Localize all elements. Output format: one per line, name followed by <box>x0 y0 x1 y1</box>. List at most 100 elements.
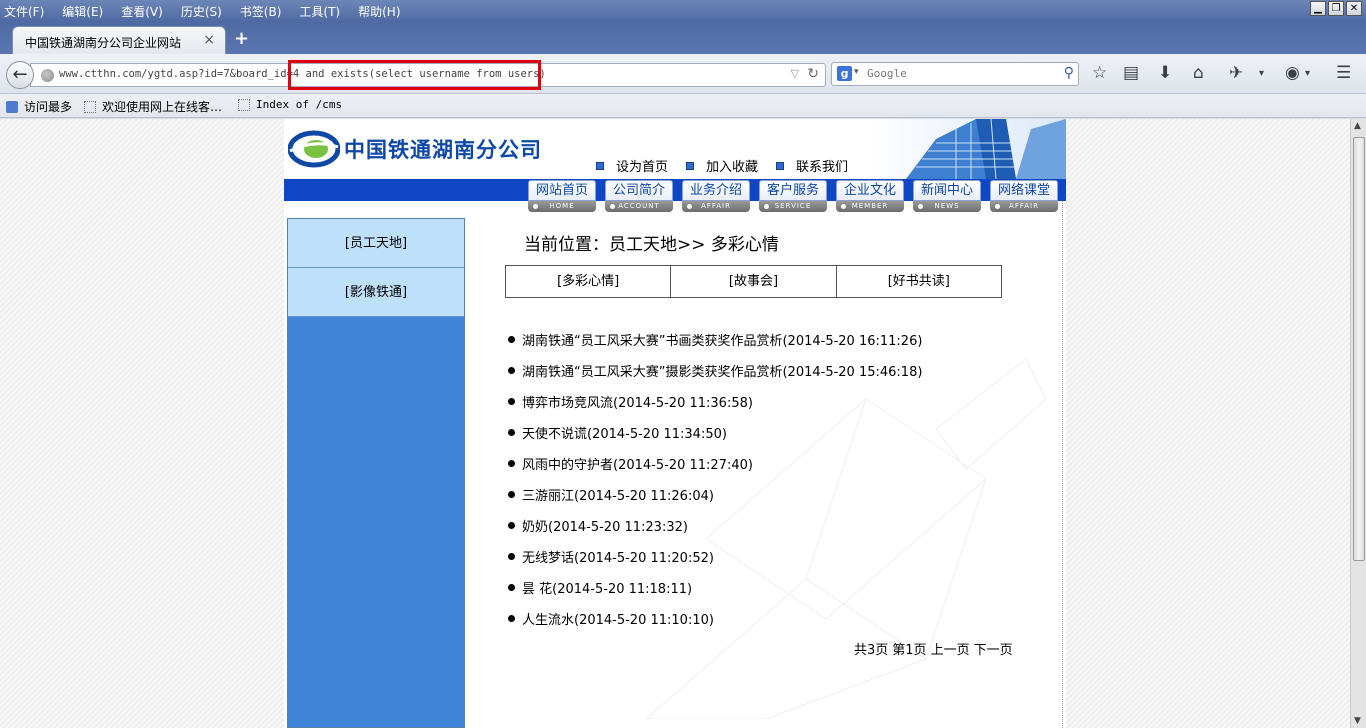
nav-customer-service[interactable]: 客户服务 SERVICE <box>759 180 829 216</box>
minimize-button[interactable]: ▁ <box>1310 1 1326 16</box>
tab-title: 中国铁通湖南分公司企业网站 <box>25 36 182 50</box>
article-link[interactable]: 无线梦话(2014-5-20 11:20:52) <box>522 547 714 566</box>
set-homepage-link[interactable]: 设为首页 <box>596 156 668 175</box>
hamburger-menu-icon[interactable]: ☰ <box>1336 63 1351 83</box>
menu-bookmarks[interactable]: 书签(B) <box>240 3 282 20</box>
tab-close-icon[interactable]: × <box>203 32 215 48</box>
search-bar[interactable]: g ▾ Google ⚲ <box>831 62 1079 86</box>
list-item[interactable]: 湖南铁通“员工风采大赛”摄影类获奖作品赏析(2014-5-20 15:46:18… <box>508 355 1048 386</box>
bullet-icon <box>508 429 515 436</box>
prev-page-link[interactable]: 上一页 <box>931 643 970 658</box>
tab-book-share[interactable]: [好书共读] <box>837 266 1001 297</box>
google-icon[interactable]: g <box>837 66 852 81</box>
tab-active[interactable]: 中国铁通湖南分公司企业网站 × <box>12 26 226 54</box>
tab-colorful-mood[interactable]: [多彩心情] <box>506 266 672 297</box>
sidebar-item-staff[interactable]: [员工天地] <box>288 219 464 268</box>
add-favorite-link[interactable]: 加入收藏 <box>686 156 758 175</box>
menu-file[interactable]: 文件(F) <box>4 3 44 20</box>
download-icon[interactable]: ⬇ <box>1158 63 1172 83</box>
scrollbar-thumb[interactable] <box>1353 137 1365 561</box>
nav-business[interactable]: 业务介绍 AFFAIR <box>682 180 752 216</box>
scroll-down-icon[interactable]: ▼ <box>1354 716 1361 726</box>
nav-news[interactable]: 新闻中心 NEWS <box>913 180 983 216</box>
bookmark-index-cms[interactable]: Index of /cms <box>238 98 342 111</box>
site-nav-buttons: 网站首页 HOME 公司简介 ACCOUNT 业务介绍 AFFAIR 客户服务 SERV… <box>528 180 1067 216</box>
nav-label: 新闻中心 <box>913 180 981 201</box>
close-window-button[interactable]: ✕ <box>1346 1 1362 16</box>
search-icon[interactable]: ⚲ <box>1064 65 1074 81</box>
article-link[interactable]: 奶奶(2014-5-20 11:23:32) <box>522 516 688 535</box>
list-item[interactable]: 湖南铁通“员工风采大赛”书画类获奖作品赏析(2014-5-20 16:11:26… <box>508 324 1048 355</box>
list-item[interactable]: 三游丽江(2014-5-20 11:26:04) <box>508 479 1048 510</box>
bullet-icon <box>508 491 515 498</box>
proxy-icon[interactable]: ◉ <box>1285 63 1300 83</box>
search-input[interactable]: Google <box>867 67 907 80</box>
nav-sub-label: NEWS <box>913 201 981 212</box>
nav-label: 企业文化 <box>836 180 904 201</box>
menu-view[interactable]: 查看(V) <box>121 3 163 20</box>
list-item[interactable]: 风雨中的守护者(2014-5-20 11:27:40) <box>508 448 1048 479</box>
list-item[interactable]: 博弈市场竞风流(2014-5-20 11:36:58) <box>508 386 1048 417</box>
menu-edit[interactable]: 编辑(E) <box>62 3 103 20</box>
bullet-icon <box>508 367 515 374</box>
back-button[interactable]: ← <box>6 61 34 89</box>
reload-icon[interactable]: ↻ <box>807 66 819 82</box>
bullet-icon <box>508 398 515 405</box>
nav-company-profile[interactable]: 公司简介 ACCOUNT <box>605 180 675 216</box>
sidebar-item-gallery[interactable]: [影像铁通] <box>288 268 464 317</box>
article-link[interactable]: 风雨中的守护者(2014-5-20 11:27:40) <box>522 454 753 473</box>
proxy-dropdown-icon[interactable]: ▾ <box>1305 68 1310 79</box>
nav-culture[interactable]: 企业文化 MEMBER <box>836 180 906 216</box>
menu-help[interactable]: 帮助(H) <box>358 3 400 20</box>
article-link[interactable]: 天使不说谎(2014-5-20 11:34:50) <box>522 423 727 442</box>
list-item[interactable]: 无线梦话(2014-5-20 11:20:52) <box>508 541 1048 572</box>
vertical-scrollbar[interactable]: ▲ ▼ <box>1350 119 1366 728</box>
list-item[interactable]: 奶奶(2014-5-20 11:23:32) <box>508 510 1048 541</box>
nav-home[interactable]: 网站首页 HOME <box>528 180 598 216</box>
nav-sub-label: AFFAIR <box>682 201 750 212</box>
home-icon[interactable]: ⌂ <box>1193 63 1204 83</box>
ctt-logo-icon <box>288 130 340 168</box>
contact-us-link[interactable]: 联系我们 <box>776 156 848 175</box>
reading-list-icon[interactable]: ▤ <box>1123 63 1139 83</box>
bullet-icon <box>508 553 515 560</box>
bullet-icon <box>508 522 515 529</box>
category-tabs: [多彩心情] [故事会] [好书共读] <box>505 265 1002 298</box>
article-link[interactable]: 湖南铁通“员工风采大赛”书画类获奖作品赏析(2014-5-20 16:11:26… <box>522 330 922 349</box>
bookmark-most-visited[interactable]: 访问最多 <box>6 98 72 115</box>
url-highlight-box <box>288 60 541 90</box>
article-link[interactable]: 人生流水(2014-5-20 11:10:10) <box>522 609 714 628</box>
site-logo-text: 中国铁通湖南分公司 <box>344 138 542 162</box>
article-link[interactable]: 博弈市场竞风流(2014-5-20 11:36:58) <box>522 392 753 411</box>
list-item[interactable]: 昙 花(2014-5-20 11:18:11) <box>508 572 1048 603</box>
new-tab-button[interactable]: + <box>234 28 249 49</box>
article-link[interactable]: 昙 花(2014-5-20 11:18:11) <box>522 578 692 597</box>
list-item[interactable]: 人生流水(2014-5-20 11:10:10) <box>508 603 1048 634</box>
bookmark-online-service[interactable]: 欢迎使用网上在线客… <box>84 98 222 115</box>
site-header: 中国铁通湖南分公司 设为首页 加入收藏 联系我们 <box>284 119 1066 179</box>
addon-dropdown-icon[interactable]: ▾ <box>1259 68 1264 79</box>
article-link[interactable]: 湖南铁通“员工风采大赛”摄影类获奖作品赏析(2014-5-20 15:46:18… <box>522 361 922 380</box>
scroll-up-icon[interactable]: ▲ <box>1354 121 1361 131</box>
pagination: 共3页 第1页 上一页 下一页 <box>850 639 1013 658</box>
tab-story[interactable]: [故事会] <box>671 266 837 297</box>
next-page-link[interactable]: 下一页 <box>974 643 1013 658</box>
star-icon[interactable]: ☆ <box>1092 63 1107 83</box>
nav-label: 客户服务 <box>759 180 827 201</box>
restore-button[interactable]: ❐ <box>1328 1 1344 16</box>
menu-tools[interactable]: 工具(T) <box>299 3 340 20</box>
addon-icon[interactable]: ✈ <box>1229 63 1243 83</box>
content-divider <box>1062 201 1063 728</box>
article-link[interactable]: 三游丽江(2014-5-20 11:26:04) <box>522 485 714 504</box>
list-item[interactable]: 天使不说谎(2014-5-20 11:34:50) <box>508 417 1048 448</box>
nav-sub-label: SERVICE <box>759 201 827 212</box>
menu-history[interactable]: 历史(S) <box>181 3 222 20</box>
search-engine-dropdown-icon[interactable]: ▾ <box>854 67 859 77</box>
nav-sub-label: ACCOUNT <box>605 201 673 212</box>
bullet-icon <box>508 615 515 622</box>
nav-label: 业务介绍 <box>682 180 750 201</box>
page-viewport: 中国铁通湖南分公司 设为首页 加入收藏 联系我们 网站首页 HOME 公司简介 … <box>0 119 1350 728</box>
square-bullet-icon <box>686 161 695 170</box>
nav-online-class[interactable]: 网络课堂 AFFAIR <box>990 180 1060 216</box>
url-dropdown-icon[interactable]: ▽ <box>791 67 799 80</box>
